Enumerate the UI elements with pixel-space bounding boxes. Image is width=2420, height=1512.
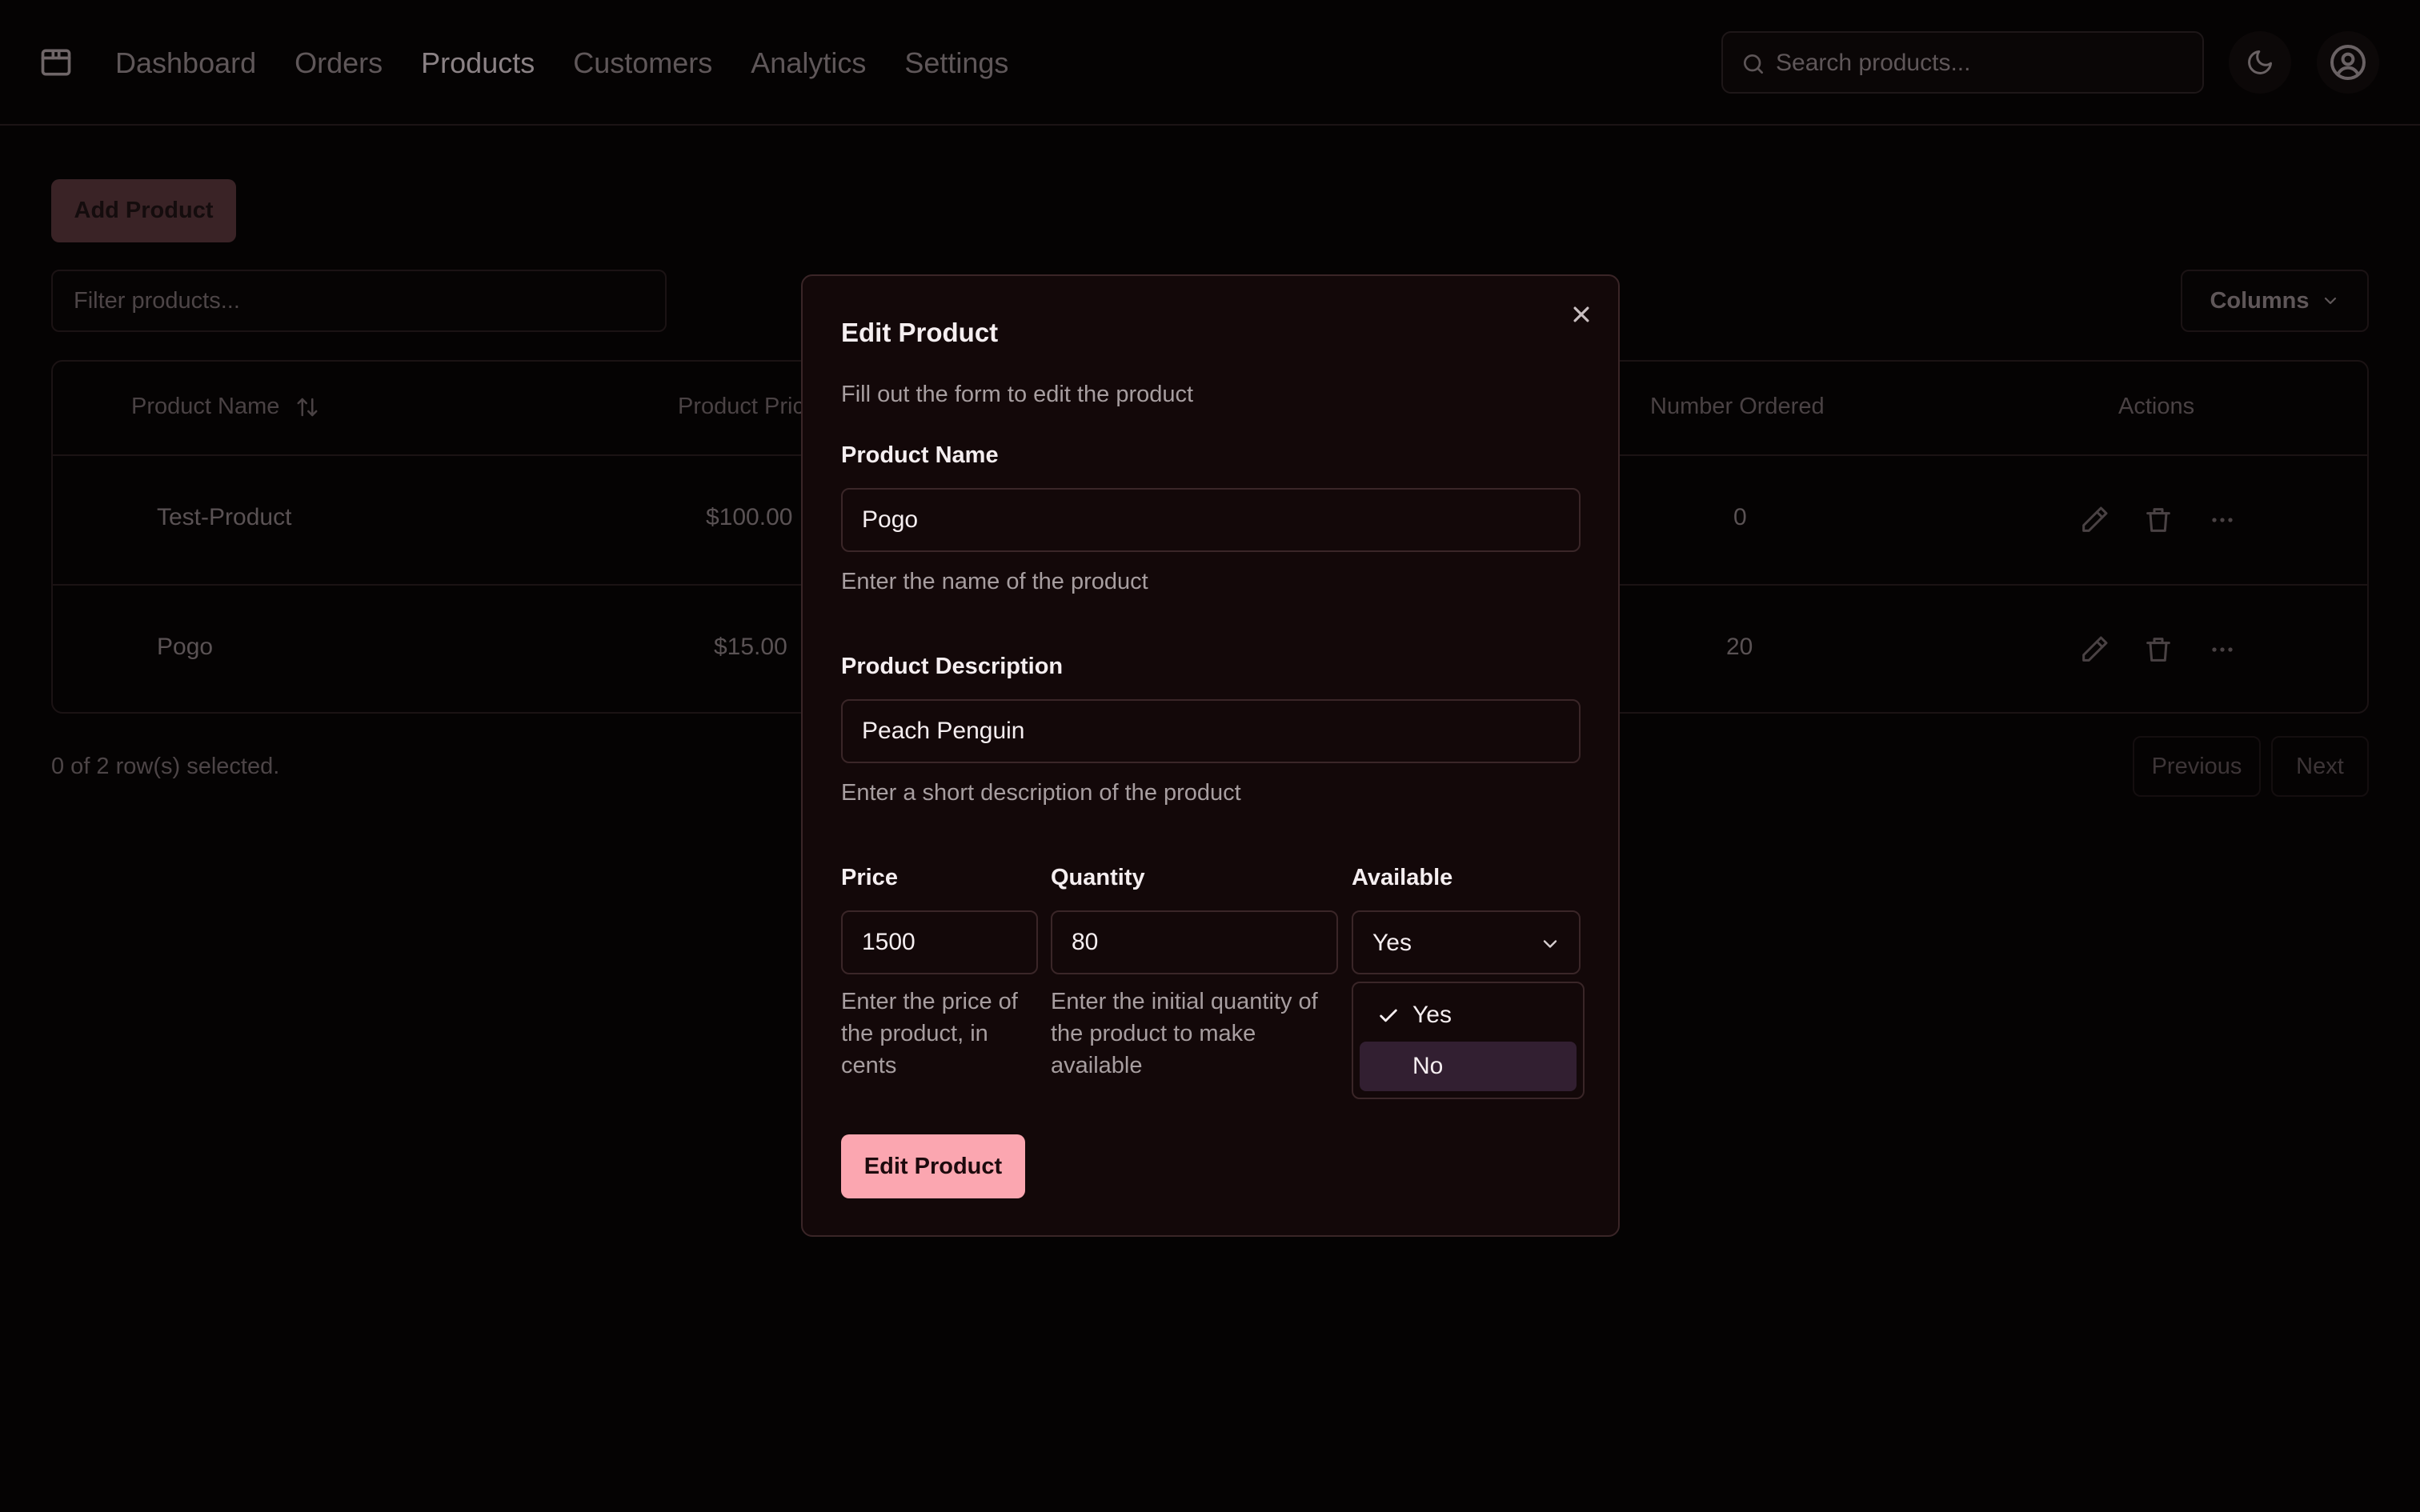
dialog-subtitle: Fill out the form to edit the product xyxy=(841,382,1194,407)
add-product-button[interactable]: Add Product xyxy=(51,179,236,242)
search-box xyxy=(1721,31,2204,94)
close-icon[interactable] xyxy=(1566,299,1597,330)
product-name-label: Product Name xyxy=(841,442,999,468)
price-label: Price xyxy=(841,865,898,890)
user-circle-icon xyxy=(2329,43,2367,82)
product-description-input[interactable] xyxy=(841,699,1581,763)
chevron-down-icon xyxy=(1539,933,1561,955)
search-icon xyxy=(1741,51,1766,77)
available-select[interactable]: Yes xyxy=(1352,910,1581,974)
moon-icon xyxy=(2246,48,2274,77)
price-help: Enter the price of the product, in cents xyxy=(841,989,1018,1078)
cell-product-name: Pogo xyxy=(157,634,214,660)
chevron-down-icon xyxy=(2321,291,2340,310)
sort-icon[interactable] xyxy=(295,395,319,419)
next-page-button[interactable]: Next xyxy=(2271,736,2369,797)
nav-link-analytics[interactable]: Analytics xyxy=(751,43,866,83)
more-options-icon[interactable] xyxy=(2206,634,2238,666)
nav-link-dashboard[interactable]: Dashboard xyxy=(115,43,256,83)
delete-trash-icon[interactable] xyxy=(2142,634,2174,666)
top-navbar: Dashboard Orders Products Customers Anal… xyxy=(0,0,2420,126)
nav-link-customers[interactable]: Customers xyxy=(573,43,712,83)
more-options-icon[interactable] xyxy=(2206,504,2238,536)
filter-input[interactable] xyxy=(51,270,667,332)
dialog-title: Edit Product xyxy=(841,318,999,347)
option-yes[interactable]: Yes xyxy=(1360,990,1577,1040)
columns-label: Columns xyxy=(2210,287,2310,314)
product-description-help: Enter a short description of the product xyxy=(841,780,1241,806)
check-icon xyxy=(1377,1005,1400,1027)
available-select-value: Yes xyxy=(1372,930,1412,956)
header-actions: Actions xyxy=(2118,394,2195,419)
nav-link-products[interactable]: Products xyxy=(421,43,535,83)
edit-product-dialog: Edit Product Fill out the form to edit t… xyxy=(801,274,1620,1237)
cell-product-name: Test-Product xyxy=(157,504,292,530)
price-input[interactable] xyxy=(841,910,1038,974)
header-product-name[interactable]: Product Name xyxy=(131,394,319,420)
edit-pencil-icon[interactable] xyxy=(2078,504,2110,536)
available-options-menu: Yes No xyxy=(1352,982,1585,1099)
search-input[interactable] xyxy=(1776,47,2176,79)
product-name-input[interactable] xyxy=(841,488,1581,552)
header-product-name-label: Product Name xyxy=(131,394,280,419)
delete-trash-icon[interactable] xyxy=(2142,504,2174,536)
nav-link-orders[interactable]: Orders xyxy=(294,43,383,83)
quantity-input[interactable] xyxy=(1051,910,1338,974)
available-label: Available xyxy=(1352,865,1453,890)
option-no-label: No xyxy=(1412,1053,1444,1079)
quantity-help: Enter the initial quantity of the produc… xyxy=(1051,989,1318,1078)
edit-pencil-icon[interactable] xyxy=(2078,634,2110,666)
nav-link-settings[interactable]: Settings xyxy=(904,43,1008,83)
user-menu-button[interactable] xyxy=(2317,31,2379,94)
package-icon[interactable] xyxy=(38,45,74,80)
theme-toggle-button[interactable] xyxy=(2229,31,2291,94)
quantity-label: Quantity xyxy=(1051,865,1145,890)
cell-product-price: $100.00 xyxy=(706,504,793,530)
nav-links: Dashboard Orders Products Customers Anal… xyxy=(115,43,1008,83)
selected-rows-count: 0 of 2 row(s) selected. xyxy=(51,754,280,779)
edit-product-submit-button[interactable]: Edit Product xyxy=(841,1134,1025,1198)
product-name-help: Enter the name of the product xyxy=(841,569,1148,594)
cell-product-price: $15.00 xyxy=(714,634,787,660)
option-no[interactable]: No xyxy=(1360,1042,1577,1091)
previous-page-button[interactable]: Previous xyxy=(2133,736,2261,797)
cell-number-ordered: 0 xyxy=(1733,504,1747,530)
option-yes-label: Yes xyxy=(1412,1002,1452,1028)
header-product-price[interactable]: Product Pric xyxy=(678,394,804,420)
columns-button[interactable]: Columns xyxy=(2181,270,2369,332)
cell-number-ordered: 20 xyxy=(1726,634,1753,660)
header-number-ordered[interactable]: Number Ordered xyxy=(1650,394,1825,420)
product-description-label: Product Description xyxy=(841,654,1064,679)
